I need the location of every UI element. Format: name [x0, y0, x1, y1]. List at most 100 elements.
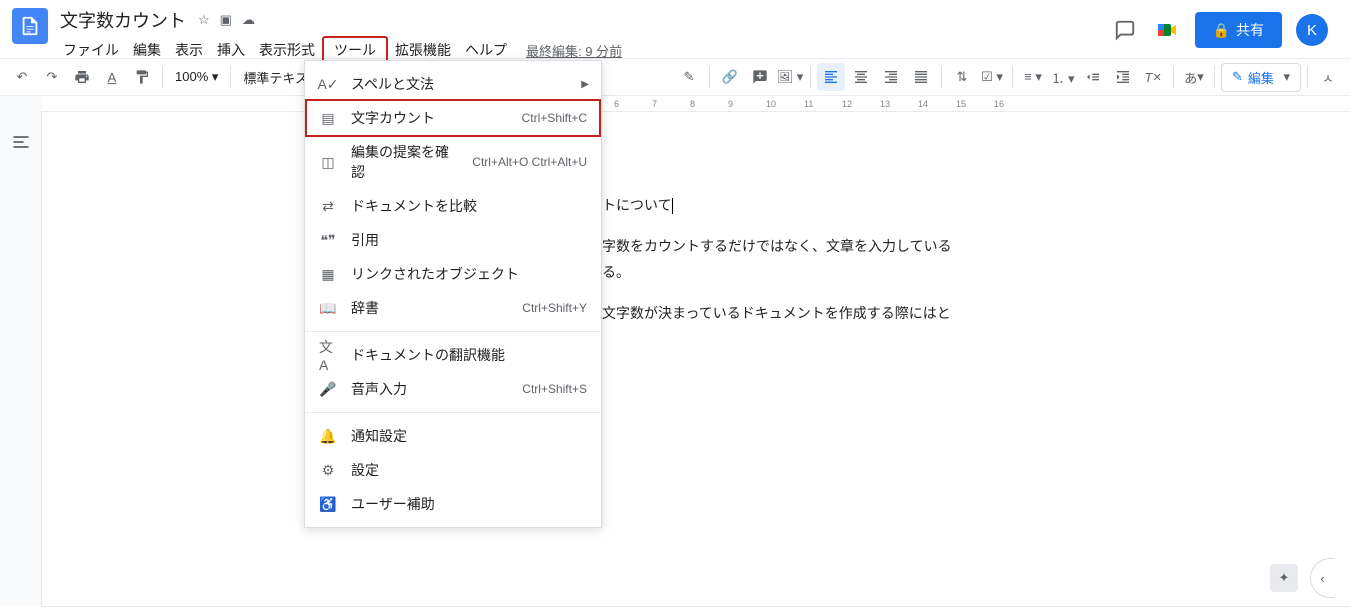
dict-icon: 📖: [319, 299, 337, 317]
translate-icon: 文A: [319, 346, 337, 364]
line-spacing-button[interactable]: ⇅: [948, 63, 976, 91]
menu-item-label: ドキュメントの翻訳機能: [351, 345, 587, 365]
pencil-icon: ✎: [1232, 69, 1243, 85]
menu-insert[interactable]: 挿入: [210, 36, 252, 64]
explore-button[interactable]: ✦: [1270, 564, 1298, 592]
ruler-tick: 7: [652, 99, 657, 109]
menu-item-label: 編集の提案を確認: [351, 142, 458, 182]
insert-link-button[interactable]: 🔗: [716, 63, 744, 91]
decrease-indent-button[interactable]: [1079, 63, 1107, 91]
tools-menu-item-dict[interactable]: 📖 辞書 Ctrl+Shift+Y: [305, 291, 601, 325]
tools-menu-item-accessibility[interactable]: ♿ ユーザー補助: [305, 487, 601, 521]
tools-menu-item-compare[interactable]: ⇄ドキュメントを比較: [305, 189, 601, 223]
document-content[interactable]: トについて 字数をカウントするだけではなく、文章を入力しているる。 文字数が決ま…: [602, 192, 1250, 326]
menu-item-label: 設定: [351, 460, 587, 480]
docs-logo[interactable]: [12, 8, 48, 44]
ruler-tick: 11: [804, 99, 813, 109]
tools-menu-item-quote[interactable]: ❝❞ 引用: [305, 223, 601, 257]
bell-icon: 🔔: [319, 427, 337, 445]
align-left-button[interactable]: [817, 63, 845, 91]
ruler-tick: 15: [956, 99, 966, 109]
tools-menu-item-gear[interactable]: ⚙ 設定: [305, 453, 601, 487]
bulleted-list-button[interactable]: ≡ ▾: [1019, 63, 1047, 91]
tools-dropdown: A✓ スペルと文法▶ ▤ 文字カウント Ctrl+Shift+C ◫ 編集の提案を確認 Ctr…: [304, 60, 602, 528]
zoom-select[interactable]: 100% ▾: [169, 66, 224, 88]
align-center-button[interactable]: [847, 63, 875, 91]
count-icon: ▤: [319, 109, 337, 127]
menu-item-label: 引用: [351, 230, 587, 250]
menu-view[interactable]: 表示: [168, 36, 210, 64]
tools-menu-item-count[interactable]: ▤ 文字カウント Ctrl+Shift+C: [305, 99, 601, 137]
account-avatar[interactable]: K: [1296, 14, 1328, 46]
document-page[interactable]: トについて 字数をカウントするだけではなく、文章を入力しているる。 文字数が決ま…: [42, 112, 1350, 606]
meet-icon[interactable]: [1153, 16, 1181, 44]
insert-image-button[interactable]: 🖼 ▾: [776, 63, 804, 91]
spellcheck-button[interactable]: A: [98, 63, 126, 91]
gear-icon: ⚙: [319, 461, 337, 479]
star-icon[interactable]: ☆: [198, 12, 210, 28]
menu-item-label: 音声入力: [351, 379, 508, 399]
align-right-button[interactable]: [877, 63, 905, 91]
ruler-tick: 13: [880, 99, 890, 109]
tools-menu-item-translate[interactable]: 文A ドキュメントの翻訳機能: [305, 338, 601, 372]
comment-history-icon[interactable]: [1111, 16, 1139, 44]
ruler-tick: 9: [728, 99, 733, 109]
print-button[interactable]: [68, 63, 96, 91]
editing-mode-select[interactable]: ✎ 編集 ▾: [1221, 63, 1301, 92]
menu-file[interactable]: ファイル: [56, 36, 126, 64]
ruler-tick: 16: [994, 99, 1004, 109]
menu-item-shortcut: Ctrl+Shift+C: [522, 111, 587, 125]
align-justify-button[interactable]: [907, 63, 935, 91]
tools-menu-item-voice[interactable]: 🎤 音声入力 Ctrl+Shift+S: [305, 372, 601, 406]
redo-button[interactable]: ↷: [38, 63, 66, 91]
increase-indent-button[interactable]: [1109, 63, 1137, 91]
menu-item-label: リンクされたオブジェクト: [351, 264, 587, 284]
ruler-tick: 10: [766, 99, 776, 109]
review-icon: ◫: [319, 153, 337, 171]
share-button[interactable]: 🔒 共有: [1195, 12, 1282, 48]
add-comment-button[interactable]: [746, 63, 774, 91]
tools-menu-item-linked[interactable]: ▦ リンクされたオブジェクト: [305, 257, 601, 291]
tools-menu-item-bell[interactable]: 🔔 通知設定: [305, 419, 601, 453]
accessibility-icon: ♿: [319, 495, 337, 513]
menu-item-label: 辞書: [351, 298, 508, 318]
cloud-icon[interactable]: ☁: [242, 12, 255, 28]
last-edit-link[interactable]: 最終編集: 9 分前: [526, 41, 622, 60]
input-tools-button[interactable]: あ ▾: [1180, 63, 1208, 91]
menu-item-label: スペルと文法: [351, 74, 587, 94]
highlight-color-button[interactable]: ✎: [675, 63, 703, 91]
doc-line: る。: [602, 264, 630, 280]
hide-menus-button[interactable]: ㅅ: [1314, 63, 1342, 91]
editing-mode-label: 編集: [1248, 68, 1274, 87]
spellcheck-icon: A✓: [319, 75, 337, 93]
ruler-tick: 12: [842, 99, 852, 109]
menu-item-shortcut: Ctrl+Alt+O Ctrl+Alt+U: [472, 155, 587, 169]
horizontal-ruler[interactable]: 6 7 8 9 10 11 12 13 14 15 16: [42, 96, 1350, 112]
menu-edit[interactable]: 編集: [126, 36, 168, 64]
undo-button[interactable]: ↶: [8, 63, 36, 91]
submenu-arrow-icon: ▶: [581, 79, 589, 90]
checklist-button[interactable]: ☑ ▾: [978, 63, 1006, 91]
menu-item-shortcut: Ctrl+Shift+S: [522, 382, 587, 396]
ruler-tick: 6: [614, 99, 619, 109]
doc-line: トについて: [602, 197, 672, 213]
numbered-list-button[interactable]: ⒈ ▾: [1049, 63, 1077, 91]
menu-item-label: 文字カウント: [351, 108, 508, 128]
voice-icon: 🎤: [319, 380, 337, 398]
tools-menu-item-review[interactable]: ◫ 編集の提案を確認 Ctrl+Alt+O Ctrl+Alt+U: [305, 135, 601, 189]
move-icon[interactable]: ▣: [220, 12, 232, 28]
linked-icon: ▦: [319, 265, 337, 283]
menu-item-label: 通知設定: [351, 426, 587, 446]
doc-title[interactable]: 文字数カウント: [56, 6, 190, 34]
menu-item-label: ユーザー補助: [351, 494, 587, 514]
tools-menu-item-spellcheck[interactable]: A✓ スペルと文法▶: [305, 67, 601, 101]
compare-icon: ⇄: [319, 197, 337, 215]
outline-toggle-icon[interactable]: [11, 132, 31, 152]
paint-format-button[interactable]: [128, 63, 156, 91]
doc-line: 字数をカウントするだけではなく、文章を入力している: [602, 238, 952, 254]
side-panel-toggle[interactable]: ‹: [1310, 558, 1334, 598]
ruler-tick: 8: [690, 99, 695, 109]
quote-icon: ❝❞: [319, 231, 337, 249]
clear-formatting-button[interactable]: T✕: [1139, 63, 1167, 91]
menu-item-shortcut: Ctrl+Shift+Y: [522, 301, 587, 315]
